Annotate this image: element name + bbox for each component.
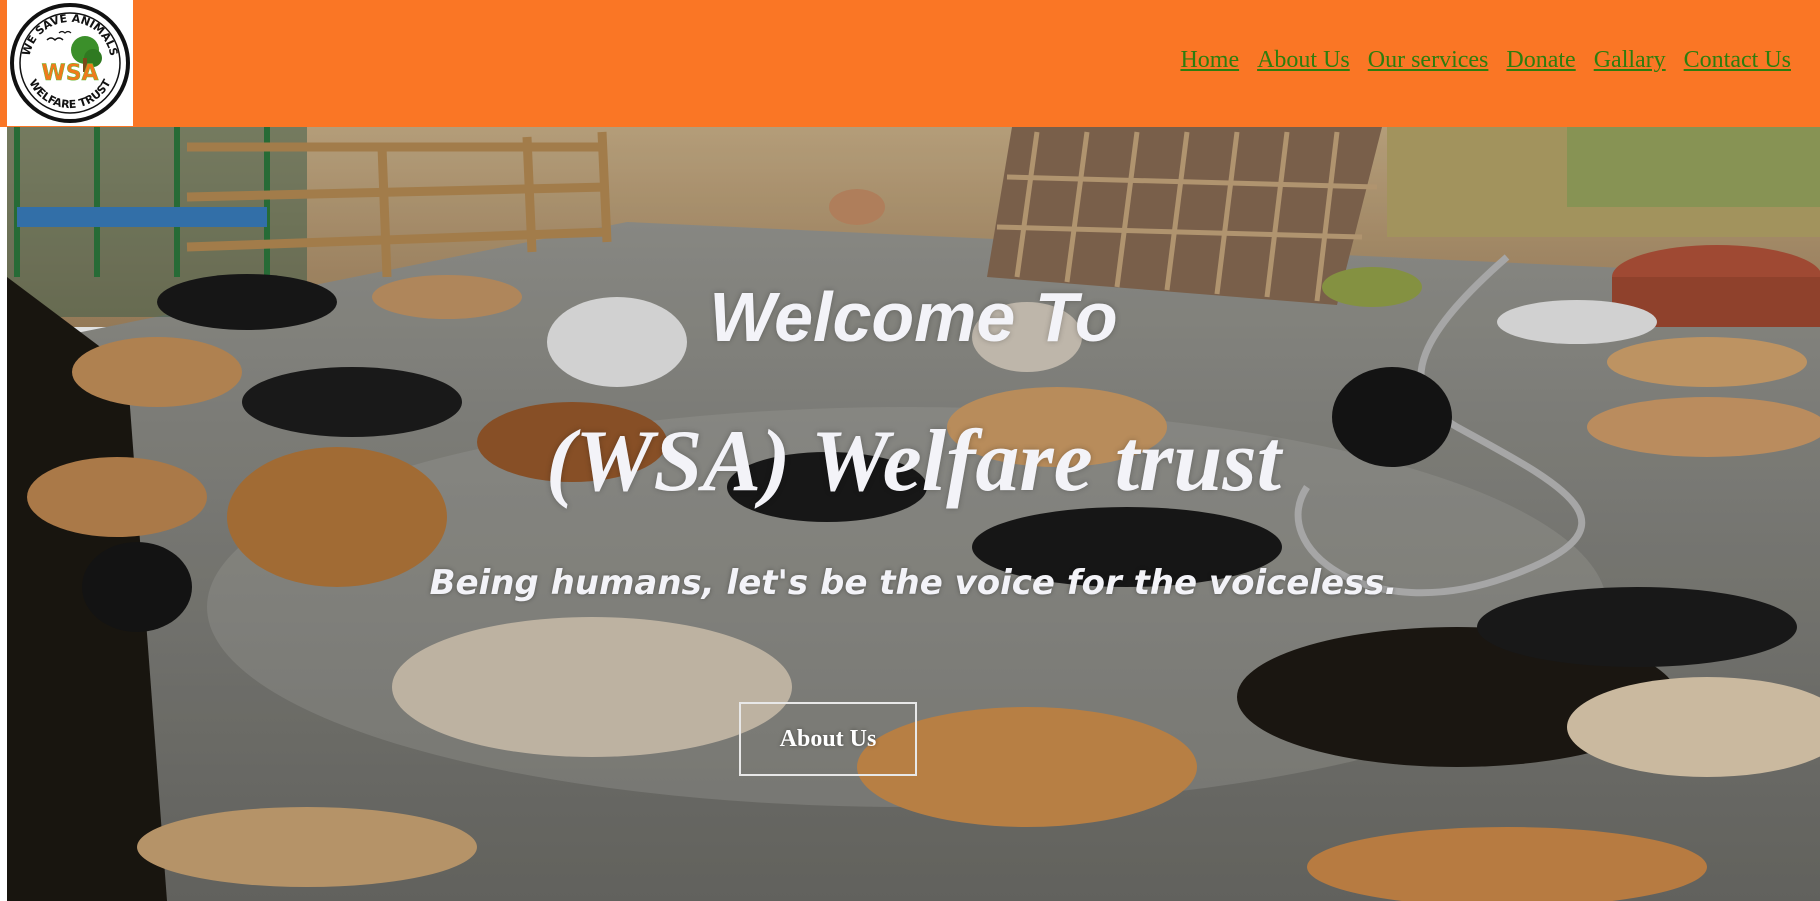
hero-text-block: Welcome To (WSA) Welfare trust Being hum… [7,127,1820,901]
about-us-button[interactable]: About Us [739,702,917,776]
main-nav: Home About Us Our services Donate Gallar… [1180,47,1791,74]
hero-section: Welcome To (WSA) Welfare trust Being hum… [7,127,1820,901]
nav-about-link[interactable]: About Us [1257,47,1350,74]
hero-heading-welcome: Welcome To [709,278,1118,356]
page: WE SAVE ANIMALS WELFARE TRUST WSA Home A… [0,0,1820,901]
nav-gallery-link[interactable]: Gallary [1594,47,1666,74]
nav-contact-link[interactable]: Contact Us [1684,47,1791,74]
logo-emblem-icon: WE SAVE ANIMALS WELFARE TRUST WSA [10,3,130,123]
site-logo[interactable]: WE SAVE ANIMALS WELFARE TRUST WSA [7,0,133,126]
nav-donate-link[interactable]: Donate [1506,47,1575,74]
hero-heading-trust-name: (WSA) Welfare trust [545,413,1282,510]
site-header: WE SAVE ANIMALS WELFARE TRUST WSA Home A… [0,0,1820,127]
nav-services-link[interactable]: Our services [1368,47,1489,74]
nav-home-link[interactable]: Home [1180,47,1239,74]
svg-text:WSA: WSA [41,61,98,86]
hero-tagline: Being humans, let's be the voice for the… [429,563,1398,603]
